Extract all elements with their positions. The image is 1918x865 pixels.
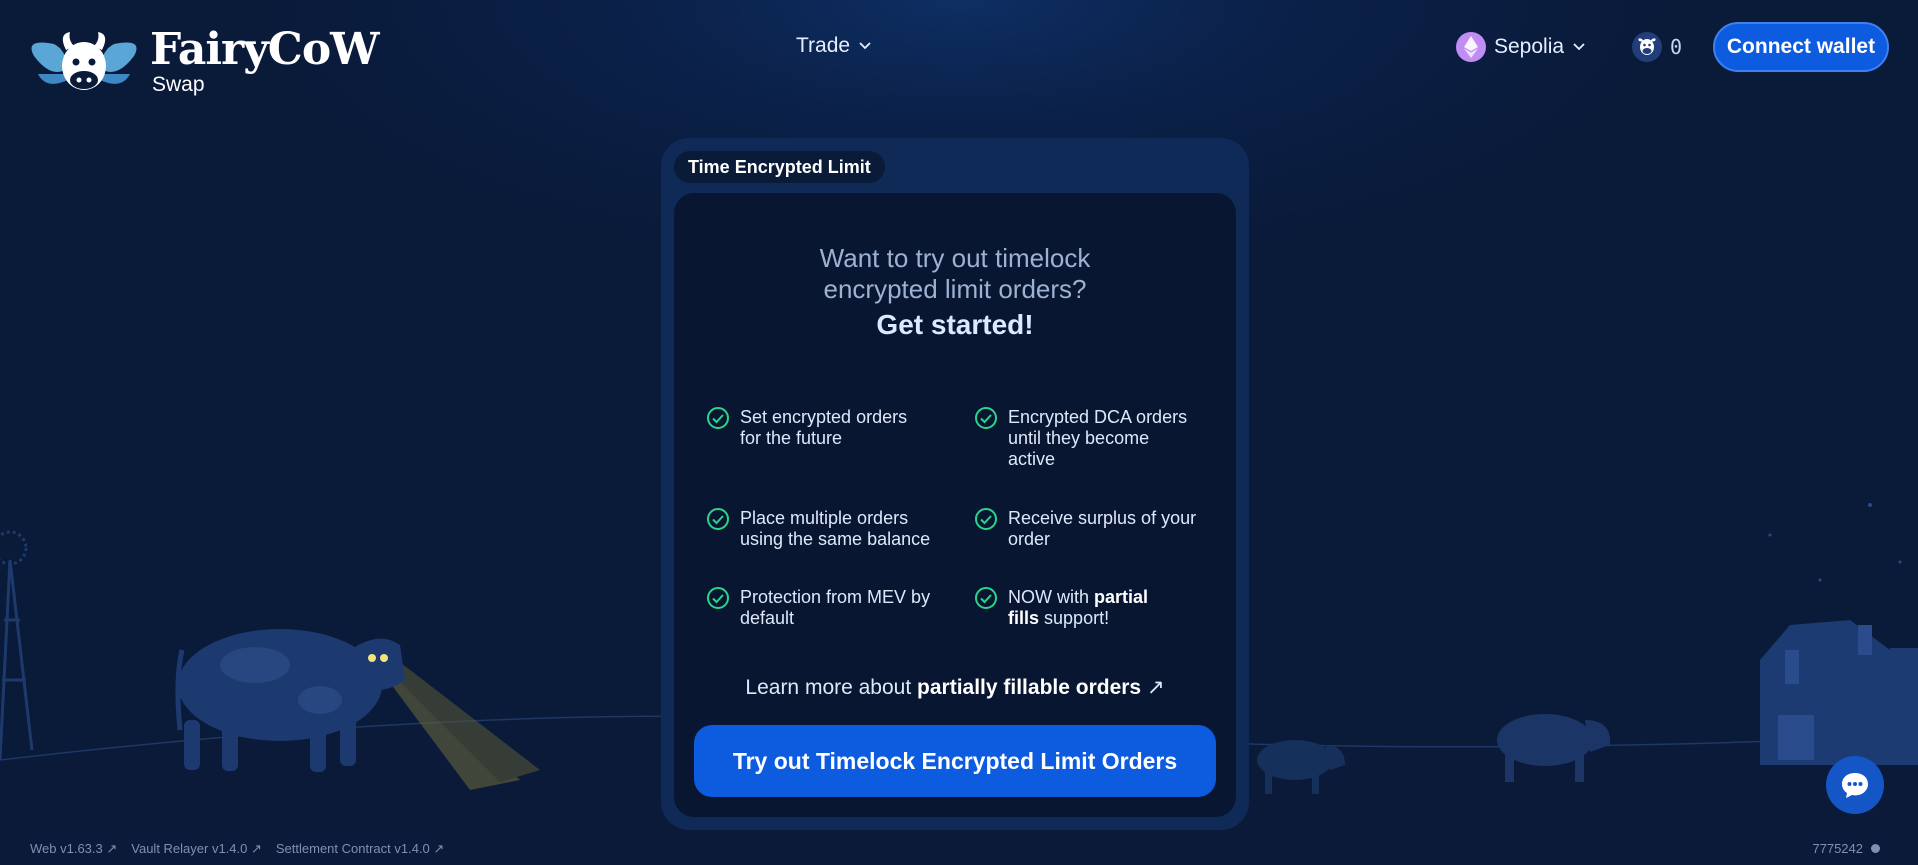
- footer-link-settlement-contract[interactable]: Settlement Contract v1.4.0 ↗: [276, 841, 444, 857]
- stars: [1768, 503, 1902, 582]
- top-header: FairyCoW Swap Trade Sepolia 0 Connect wa…: [0, 0, 1918, 96]
- feature-item: Receive surplus of your order: [974, 508, 1196, 550]
- chevron-down-icon: [859, 42, 871, 50]
- feature-text-line: using the same balance: [740, 529, 931, 549]
- feature-item: Place multiple orders using the same bal…: [706, 508, 930, 550]
- feature-prefix: NOW with: [1008, 587, 1089, 607]
- connect-wallet-button[interactable]: Connect wallet: [1713, 22, 1889, 72]
- network-label: Sepolia: [1494, 35, 1565, 58]
- feature-text-line: default: [740, 608, 795, 628]
- cow-balance-counter[interactable]: 0: [1632, 32, 1682, 62]
- promo-headline: Want to try out timelock encrypted limit…: [674, 243, 1236, 305]
- learn-more-link[interactable]: Learn more about partially fillable orde…: [674, 675, 1236, 700]
- barn-icon: [1760, 620, 1918, 765]
- footer-link-vault-relayer[interactable]: Vault Relayer v1.4.0 ↗: [131, 841, 262, 857]
- footer-version-links: Web v1.63.3 ↗ Vault Relayer v1.4.0 ↗ Set…: [30, 841, 444, 857]
- limit-orders-card: Time Encrypted Limit Want to try out tim…: [661, 138, 1249, 830]
- get-started-panel: Want to try out timelock encrypted limit…: [674, 193, 1236, 817]
- chat-bubble-icon: [1842, 773, 1868, 798]
- feature-text-line: Place multiple orders: [740, 508, 909, 528]
- promo-headline-line1: Want to try out timelock: [819, 243, 1091, 273]
- cow-icon: [1632, 32, 1662, 62]
- check-circle-icon: [707, 407, 729, 429]
- footer-link-web-version[interactable]: Web v1.63.3 ↗: [30, 841, 117, 857]
- promo-headline-line2: encrypted limit orders?: [823, 274, 1087, 304]
- block-number: 7775242: [1812, 841, 1863, 856]
- status-dot-icon: [1871, 844, 1880, 853]
- trade-menu[interactable]: Trade: [796, 34, 872, 58]
- check-circle-icon: [975, 407, 997, 429]
- cow-eye-light-beams: [370, 656, 540, 790]
- chat-bubble-button[interactable]: [1826, 756, 1884, 814]
- feature-item: NOW with partial fills support!: [974, 587, 1148, 629]
- feature-item: Encrypted DCA orders until they become a…: [974, 407, 1187, 470]
- feature-bold-text: fills: [1008, 608, 1040, 628]
- cow-silhouette-middle: [1257, 740, 1345, 794]
- block-number-indicator[interactable]: 7775242: [1812, 841, 1880, 856]
- feature-text-line: fills support!: [1008, 608, 1148, 629]
- feature-text-line: Encrypted DCA orders: [1008, 407, 1188, 427]
- learn-more-bold: partially fillable orders: [917, 676, 1142, 699]
- ethereum-icon: [1456, 32, 1486, 62]
- fairy-cow-icon: [31, 32, 137, 90]
- feature-item: Set encrypted orders for the future: [706, 407, 907, 449]
- trade-menu-label: Trade: [796, 34, 851, 57]
- tab-time-encrypted-limit[interactable]: Time Encrypted Limit: [674, 151, 885, 183]
- feature-text-line: NOW with partial: [1008, 587, 1148, 608]
- check-circle-icon: [707, 508, 729, 530]
- feature-text-line: active: [1008, 449, 1056, 469]
- windmill-icon: [0, 530, 34, 761]
- try-timelock-orders-button[interactable]: Try out Timelock Encrypted Limit Orders: [694, 725, 1216, 797]
- learn-more-prefix: Learn more about: [745, 676, 912, 699]
- feature-text-line: Protection from MEV by: [740, 587, 931, 607]
- feature-bold-text: partial: [1094, 587, 1149, 607]
- feature-item: Protection from MEV by default: [706, 587, 930, 629]
- feature-text-line: Receive surplus of your: [1008, 508, 1197, 528]
- cow-count: 0: [1670, 35, 1683, 59]
- external-link-icon: ↗: [1146, 676, 1165, 699]
- brand-logo[interactable]: FairyCoW Swap: [24, 24, 380, 100]
- feature-text-line: order: [1008, 529, 1051, 549]
- get-started-title: Get started!: [876, 309, 1034, 340]
- feature-suffix: support!: [1044, 608, 1110, 628]
- network-selector[interactable]: Sepolia: [1456, 32, 1586, 62]
- brand-subtitle: Swap: [152, 73, 205, 96]
- check-circle-icon: [975, 508, 997, 530]
- check-circle-icon: [707, 587, 729, 609]
- cow-silhouette-left: [175, 629, 405, 772]
- feature-text-line: for the future: [740, 428, 843, 448]
- brand-name: FairyCoW: [150, 24, 380, 75]
- feature-text-line: until they become: [1008, 428, 1150, 448]
- feature-text-line: Set encrypted orders: [740, 407, 908, 427]
- check-circle-icon: [975, 587, 997, 609]
- chevron-down-icon: [1573, 43, 1585, 51]
- moon-icon: [1838, 552, 1868, 591]
- cow-silhouette-right: [1497, 714, 1611, 782]
